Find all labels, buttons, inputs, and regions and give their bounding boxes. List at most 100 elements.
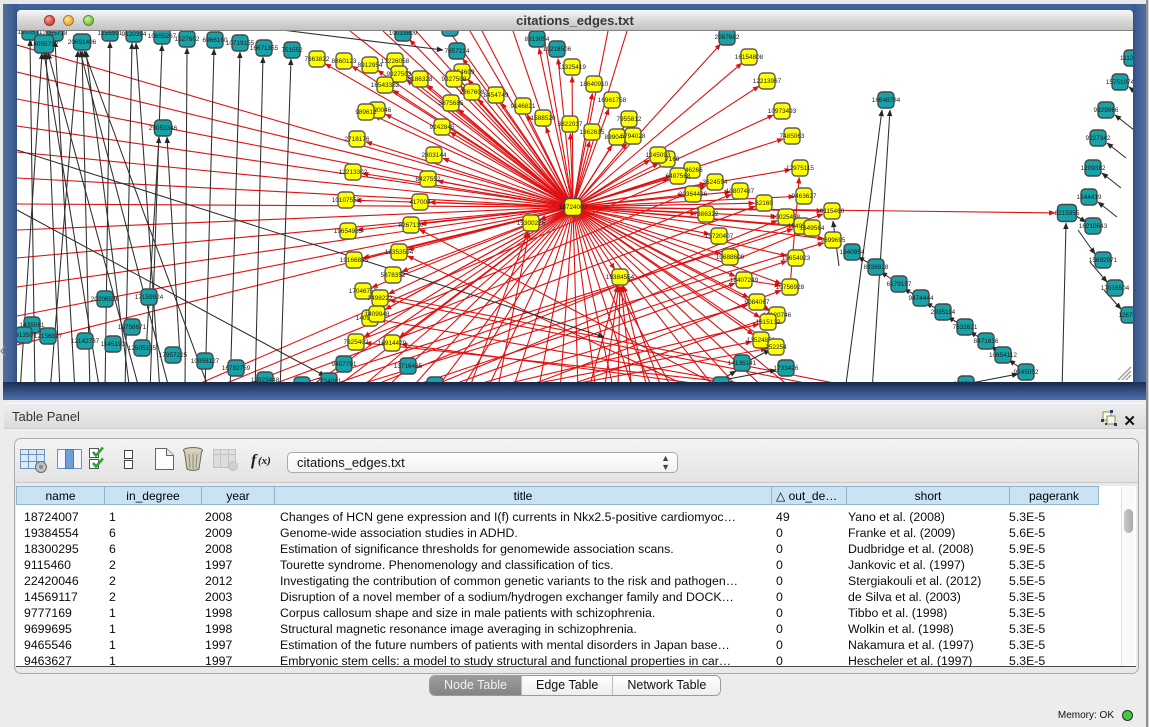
svg-text:15751074: 15751074: [1106, 79, 1133, 86]
svg-text:12213967: 12213967: [753, 78, 782, 85]
svg-text:16648784: 16648784: [872, 97, 901, 104]
svg-text:10655267: 10655267: [148, 33, 177, 40]
svg-text:9699695: 9699695: [821, 237, 846, 244]
svg-text:6497568: 6497568: [666, 173, 691, 180]
svg-text:9146821: 9146821: [511, 103, 536, 110]
svg-text:15720407: 15720407: [705, 233, 734, 240]
svg-text:6794028: 6794028: [621, 133, 646, 140]
svg-text:1527602: 1527602: [175, 36, 200, 43]
svg-text:19758671: 19758671: [118, 324, 147, 331]
svg-text:1649564: 1649564: [800, 225, 825, 232]
svg-text:11325419: 11325419: [558, 64, 586, 71]
svg-text:10688609: 10688609: [716, 254, 745, 261]
svg-text:10033809: 10033809: [389, 31, 418, 37]
svg-text:7857224: 7857224: [445, 48, 470, 55]
svg-text:19654985: 19654985: [334, 228, 363, 235]
svg-text:1112503: 1112503: [1120, 55, 1133, 62]
svg-text:20691406: 20691406: [68, 39, 97, 46]
svg-text:2935114: 2935114: [931, 309, 956, 316]
svg-text:9405218: 9405218: [954, 381, 979, 382]
svg-text:8471636: 8471636: [974, 338, 999, 345]
svg-text:16914479: 16914479: [378, 340, 407, 347]
svg-text:1256901: 1256901: [98, 31, 123, 37]
svg-text:8454749: 8454749: [484, 92, 509, 99]
svg-text:19218506: 19218506: [543, 46, 572, 53]
svg-text:7485063: 7485063: [780, 133, 805, 140]
svg-text:751552: 751552: [281, 47, 303, 54]
svg-text:9120394: 9120394: [122, 31, 147, 38]
svg-text:18407249: 18407249: [730, 277, 759, 284]
svg-text:19384554: 19384554: [606, 274, 635, 281]
svg-text:7625402: 7625402: [344, 339, 369, 346]
svg-text:16671355: 16671355: [250, 45, 279, 52]
svg-text:1244419: 1244419: [1077, 194, 1102, 201]
svg-text:16543382: 16543382: [371, 82, 400, 89]
svg-text:12975115: 12975115: [786, 165, 814, 172]
svg-text:8427552: 8427552: [416, 176, 441, 183]
svg-text:f: f: [251, 452, 258, 469]
svg-text:8912954: 8912954: [358, 62, 383, 69]
svg-text:3822037: 3822037: [558, 121, 583, 128]
svg-text:126753: 126753: [1118, 312, 1133, 319]
svg-text:15300275: 15300275: [517, 220, 546, 227]
svg-text:(x): (x): [258, 455, 271, 467]
svg-text:8267130: 8267130: [399, 222, 424, 229]
svg-text:1245093: 1245093: [646, 152, 671, 159]
svg-text:17016504: 17016504: [1101, 285, 1130, 292]
svg-text:7386322: 7386322: [694, 211, 719, 218]
svg-text:8186328: 8186328: [408, 76, 433, 83]
svg-text:9245052: 9245052: [1014, 369, 1039, 376]
svg-text:9457791: 9457791: [332, 361, 357, 368]
svg-text:2803144: 2803144: [422, 152, 447, 159]
svg-text:8912005: 8912005: [438, 31, 463, 32]
svg-text:7632621: 7632621: [953, 324, 978, 331]
svg-text:13716485: 13716485: [394, 363, 423, 370]
svg-text:9227342: 9227342: [1086, 135, 1111, 142]
svg-text:10654112: 10654112: [989, 352, 1017, 359]
svg-text:16782759: 16782759: [222, 365, 251, 372]
svg-text:989612: 989612: [355, 109, 377, 116]
svg-text:7663822: 7663822: [305, 56, 330, 63]
svg-text:17957225: 17957225: [159, 352, 188, 359]
svg-text:9329966: 9329966: [1094, 107, 1119, 114]
svg-text:14055712: 14055712: [30, 41, 59, 48]
svg-text:18724007: 18724007: [559, 204, 588, 211]
svg-text:417004: 417004: [409, 199, 431, 206]
svg-text:1640954: 1640954: [840, 249, 865, 256]
svg-text:10756928: 10756928: [776, 284, 805, 291]
svg-text:12156827: 12156827: [34, 333, 63, 340]
svg-text:6179197: 6179197: [887, 281, 912, 288]
svg-text:8860123: 8860123: [332, 58, 357, 65]
svg-text:16961758: 16961758: [598, 97, 627, 104]
svg-text:1409948: 1409948: [365, 311, 390, 318]
svg-text:3875685: 3875685: [439, 100, 464, 107]
svg-text:2718176: 2718176: [345, 136, 370, 143]
svg-text:9242845: 9242845: [430, 124, 455, 131]
svg-text:12213302: 12213302: [339, 169, 368, 176]
svg-text:1733426: 1733426: [774, 365, 799, 372]
svg-text:16154808: 16154808: [735, 54, 764, 61]
svg-text:12505135: 12505135: [128, 345, 157, 352]
svg-text:8215955: 8215955: [1055, 210, 1080, 217]
svg-text:9084067: 9084067: [745, 299, 770, 306]
svg-text:20206526: 20206526: [91, 296, 120, 303]
svg-text:7734061: 7734061: [317, 378, 342, 382]
svg-text:12353594: 12353594: [385, 249, 414, 256]
svg-text:8938928: 8938928: [864, 264, 889, 271]
svg-text:7955812: 7955812: [617, 116, 642, 123]
svg-text:19166825: 19166825: [340, 257, 369, 264]
svg-text:9474444: 9474444: [909, 295, 934, 302]
svg-text:9115460: 9115460: [820, 208, 845, 215]
svg-text:3624554: 3624554: [703, 179, 728, 186]
svg-text:12923448: 12923448: [251, 377, 280, 382]
svg-text:20364436: 20364436: [679, 191, 708, 198]
svg-text:15692971: 15692971: [1089, 257, 1118, 264]
svg-text:1615132: 1615132: [756, 319, 781, 326]
svg-text:17159924: 17159924: [135, 294, 164, 301]
svg-text:62160: 62160: [755, 200, 773, 207]
svg-text:10107553: 10107553: [332, 197, 361, 204]
svg-text:2867608: 2867608: [460, 89, 485, 96]
svg-text:9327508: 9327508: [442, 76, 467, 83]
svg-text:1588520: 1588520: [531, 115, 556, 122]
svg-text:1209382: 1209382: [1081, 165, 1106, 172]
